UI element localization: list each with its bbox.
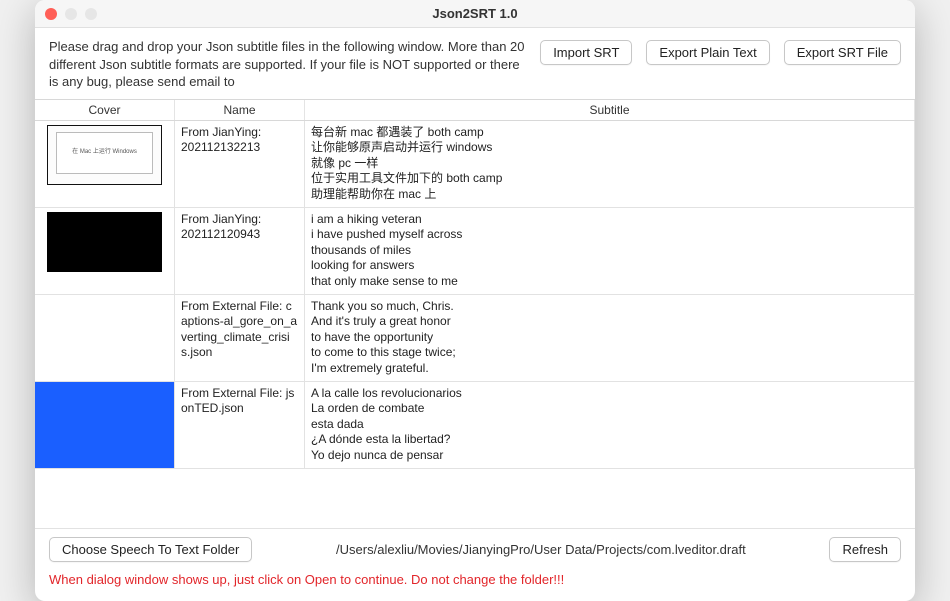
toolbar: Please drag and drop your Json subtitle … <box>35 28 915 99</box>
footer: Choose Speech To Text Folder /Users/alex… <box>35 529 915 601</box>
folder-path: /Users/alexliu/Movies/JianyingPro/User D… <box>266 542 815 557</box>
cover-thumbnail <box>47 386 162 446</box>
column-header-name[interactable]: Name <box>175 100 305 120</box>
table-row[interactable]: 在 Mac 上运行 Windows From JianYing: 2021121… <box>35 121 915 208</box>
cover-cell <box>35 208 175 294</box>
cover-cell: 在 Mac 上运行 Windows <box>35 121 175 207</box>
name-cell: From External File: jsonTED.json <box>175 382 305 468</box>
subtitle-cell: A la calle los revolucionariosLa orden d… <box>305 382 915 468</box>
export-srt-file-button[interactable]: Export SRT File <box>784 40 901 65</box>
name-cell: From External File: captions-al_gore_on_… <box>175 295 305 381</box>
cover-thumbnail <box>47 299 162 359</box>
maximize-icon[interactable] <box>85 8 97 20</box>
table-row[interactable]: From External File: captions-al_gore_on_… <box>35 295 915 382</box>
titlebar: Json2SRT 1.0 <box>35 0 915 28</box>
export-plain-text-button[interactable]: Export Plain Text <box>646 40 769 65</box>
cover-cell <box>35 382 175 468</box>
column-header-cover[interactable]: Cover <box>35 100 175 120</box>
warning-text: When dialog window shows up, just click … <box>49 572 901 587</box>
column-header-subtitle[interactable]: Subtitle <box>305 100 915 120</box>
subtitle-cell: i am a hiking veterani have pushed mysel… <box>305 208 915 294</box>
subtitle-cell: 每台新 mac 都遇装了 both camp让你能够原声启动并运行 window… <box>305 121 915 207</box>
name-cell: From JianYing: 202112120943 <box>175 208 305 294</box>
cover-thumbnail: 在 Mac 上运行 Windows <box>47 125 162 185</box>
choose-folder-button[interactable]: Choose Speech To Text Folder <box>49 537 252 562</box>
app-window: Json2SRT 1.0 Please drag and drop your J… <box>35 0 915 601</box>
table-row[interactable]: From External File: jsonTED.json A la ca… <box>35 382 915 469</box>
thumbnail-screen: 在 Mac 上运行 Windows <box>56 132 153 174</box>
import-srt-button[interactable]: Import SRT <box>540 40 632 65</box>
subtitle-table: Cover Name Subtitle 在 Mac 上运行 Windows Fr… <box>35 99 915 529</box>
subtitle-cell: Thank you so much, Chris.And it's truly … <box>305 295 915 381</box>
close-icon[interactable] <box>45 8 57 20</box>
window-title: Json2SRT 1.0 <box>35 6 915 21</box>
cover-cell <box>35 295 175 381</box>
instructions-text: Please drag and drop your Json subtitle … <box>49 38 526 91</box>
name-cell: From JianYing: 202112132213 <box>175 121 305 207</box>
table-body: 在 Mac 上运行 Windows From JianYing: 2021121… <box>35 121 915 529</box>
refresh-button[interactable]: Refresh <box>829 537 901 562</box>
minimize-icon[interactable] <box>65 8 77 20</box>
table-row-empty <box>35 469 915 529</box>
cover-thumbnail <box>47 212 162 272</box>
table-row[interactable]: From JianYing: 202112120943 i am a hikin… <box>35 208 915 295</box>
